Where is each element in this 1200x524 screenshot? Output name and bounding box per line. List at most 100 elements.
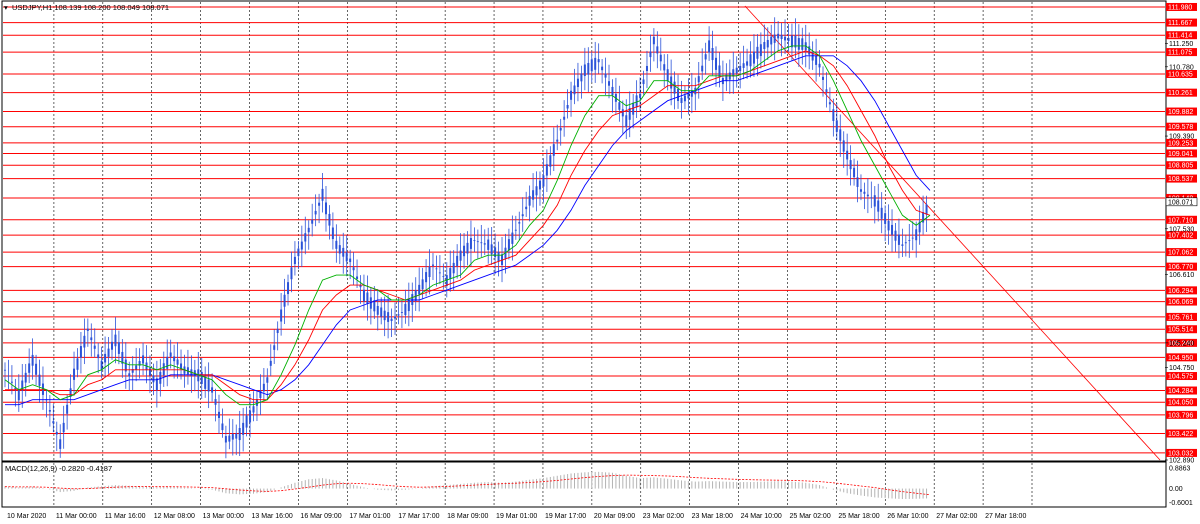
candle-body (576, 78, 579, 88)
candle-body (652, 36, 655, 45)
candle-body (407, 299, 410, 312)
candle-body (701, 65, 704, 72)
level-label: 110.261 (1168, 90, 1193, 97)
candle-body (159, 371, 162, 384)
level-label: 111.667 (1168, 20, 1192, 27)
candle-body (822, 76, 825, 80)
candle-body (318, 202, 321, 206)
candle-body (708, 40, 711, 53)
candle-body (207, 379, 210, 392)
level-label: 106.294 (1168, 288, 1193, 295)
candle-body (211, 387, 214, 393)
level-label: 106.770 (1168, 264, 1193, 271)
candle-body (566, 105, 569, 109)
level-label: 106.069 (1168, 299, 1193, 306)
candle-body (24, 372, 27, 383)
candle-body (473, 240, 476, 241)
level-label: 109.578 (1168, 124, 1193, 131)
candle-body (38, 374, 41, 386)
candle-body (704, 54, 707, 60)
candle-body (559, 127, 562, 131)
candle-body (273, 345, 276, 350)
candle-body (891, 224, 894, 235)
chevron-down-icon[interactable]: ▾ (4, 3, 8, 12)
candle-body (759, 44, 762, 57)
macd-tick-label: -0.6001 (1169, 500, 1193, 507)
time-tick-label: 24 Mar 10:00 (741, 513, 782, 520)
candle-body (35, 363, 38, 375)
candle-body (521, 214, 524, 217)
candle-body (887, 220, 890, 231)
time-tick-label: 20 Mar 09:00 (594, 513, 635, 520)
candle-body (97, 354, 100, 359)
level-label: 107.062 (1168, 250, 1193, 257)
candle-body (749, 54, 752, 67)
candle-body (428, 266, 431, 278)
price-tick-label: 106.610 (1169, 272, 1194, 279)
candle-body (839, 129, 842, 141)
level-label: 103.032 (1168, 450, 1193, 457)
price-tick-label: 107.530 (1169, 226, 1194, 233)
candle-body (877, 200, 880, 212)
candle-body (535, 186, 538, 196)
candle-body (487, 239, 490, 250)
candle-body (528, 195, 531, 206)
candle-body (497, 252, 500, 262)
time-tick-label: 16 Mar 09:00 (300, 513, 341, 520)
candle-body (735, 67, 738, 74)
candle-body (763, 42, 766, 50)
candle-body (870, 197, 873, 199)
level-label: 110.635 (1168, 72, 1193, 79)
candle-body (746, 61, 749, 66)
candle-body (431, 264, 434, 266)
candle-body (349, 258, 352, 263)
macd-plot-frame (1, 461, 1167, 508)
candle-body (73, 368, 76, 380)
level-label: 111.414 (1168, 33, 1192, 40)
candle-body (545, 164, 548, 176)
time-tick-label: 26 Mar 10:00 (887, 513, 928, 520)
time-tick-label: 11 Mar 00:00 (56, 513, 97, 520)
candle-body (283, 294, 286, 307)
candle-body (93, 345, 96, 349)
candle-body (911, 237, 914, 239)
candle-body (604, 73, 607, 78)
price-chart[interactable]: 111.980 111.667 111.414 111.075 110.635 110.2… (0, 0, 1200, 524)
candle-body (770, 36, 773, 45)
candle-body (611, 86, 614, 96)
candle-body (608, 81, 611, 86)
level-label: 103.422 (1168, 431, 1193, 438)
candle-body (224, 436, 227, 443)
time-tick-label: 25 Mar 02:00 (789, 513, 830, 520)
candle-body (645, 65, 648, 72)
candle-body (345, 252, 348, 262)
time-tick-label: 17 Mar 17:00 (398, 513, 439, 520)
candle-body (252, 406, 255, 413)
candle-body (849, 160, 852, 170)
candle-body (300, 241, 303, 250)
candle-body (76, 358, 79, 370)
candle-body (594, 57, 597, 70)
candle-body (815, 55, 818, 65)
macd-header: MACD(12,26,9) -0.2820 -0.4187 (5, 464, 112, 473)
candle-body (86, 328, 89, 331)
candle-body (200, 371, 203, 384)
candle-body (435, 268, 438, 270)
time-tick-label: 27 Mar 02:00 (936, 513, 977, 520)
level-label: 111.075 (1168, 50, 1192, 57)
candle-body (166, 356, 169, 369)
candle-body (342, 247, 345, 257)
time-tick-label: 13 Mar 16:00 (252, 513, 293, 520)
candle-body (863, 191, 866, 194)
candle-body (673, 81, 676, 94)
candle-body (421, 279, 424, 290)
candle-body (376, 305, 379, 315)
time-tick-label: 12 Mar 08:00 (154, 513, 195, 520)
time-tick-label: 27 Mar 18:00 (985, 513, 1026, 520)
candle-body (538, 180, 541, 190)
candle-body (245, 415, 248, 428)
candle-body (311, 219, 314, 224)
candle-body (825, 89, 828, 92)
candle-body (231, 434, 234, 440)
candle-body (573, 85, 576, 95)
